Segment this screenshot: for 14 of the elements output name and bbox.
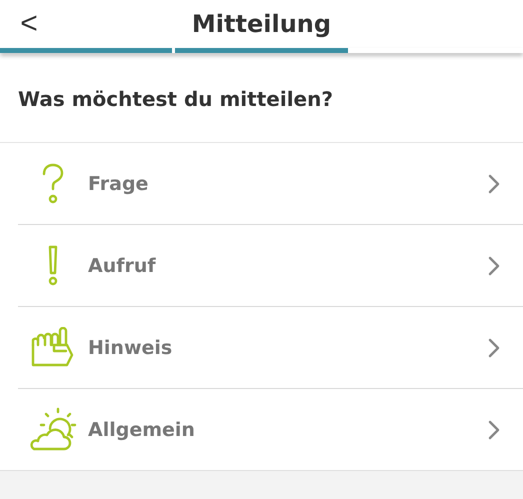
page-title: Mitteilung [190, 10, 332, 38]
question-mark-icon [40, 162, 66, 204]
chevron-icon [487, 418, 501, 440]
pointing-hand-icon [30, 326, 76, 368]
option-row[interactable]: Frage [18, 143, 523, 225]
option-row[interactable]: Allgemein [18, 389, 523, 470]
sun-cloud-icon [28, 406, 78, 452]
question-heading: Was möchtest du mitteilen? [0, 53, 523, 143]
option-row[interactable]: Aufruf [18, 225, 523, 307]
chevron-icon [487, 172, 501, 194]
option-row[interactable]: Hinweis [18, 307, 523, 389]
chevron-icon [487, 254, 501, 276]
back-button[interactable]: < [16, 6, 42, 42]
chevron-icon [487, 336, 501, 358]
